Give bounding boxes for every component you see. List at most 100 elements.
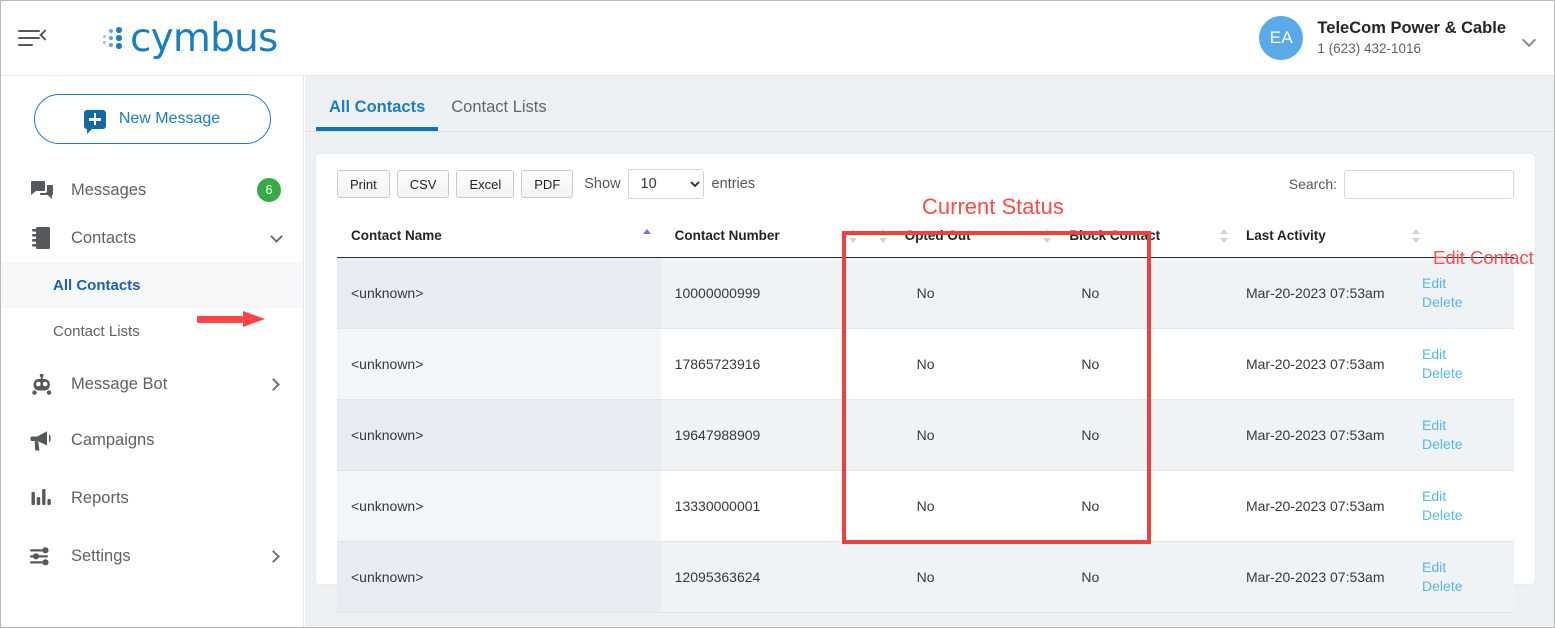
- table-row[interactable]: <unknown> 12095363624 No No Mar-20-2023 …: [337, 541, 1514, 613]
- chevron-right-icon[interactable]: [267, 377, 280, 391]
- cell-contact-number: 17865723916: [660, 328, 867, 400]
- chevron-right-icon[interactable]: [267, 549, 280, 563]
- column-label: Contact Number: [674, 228, 780, 243]
- cell-opted-out: No: [866, 541, 1032, 613]
- cell-contact-number: 19647988909: [660, 399, 867, 471]
- new-message-button[interactable]: New Message: [33, 94, 271, 144]
- red-arrow-right-icon: [197, 311, 265, 327]
- sidebar-item-all-contacts[interactable]: All Contacts: [1, 262, 303, 308]
- cell-last-activity: Mar-20-2023 07:53am: [1207, 541, 1409, 613]
- cell-contact-number: 12095363624: [660, 541, 867, 613]
- cell-last-activity: Mar-20-2023 07:53am: [1207, 257, 1409, 329]
- csv-button[interactable]: CSV: [396, 170, 450, 198]
- sidebar-item-label: Contact Lists: [53, 322, 140, 340]
- account-menu[interactable]: EA TeleCom Power & Cable 1 (623) 432-101…: [1259, 16, 1537, 60]
- cell-actions: Edit Delete: [1408, 470, 1514, 542]
- table-row[interactable]: <unknown> 10000000999 No No Mar-20-2023 …: [337, 257, 1514, 329]
- delete-link[interactable]: Delete: [1422, 435, 1514, 454]
- chat-plus-icon: [83, 109, 106, 134]
- sidebar-item-reports[interactable]: Reports: [1, 474, 303, 522]
- annotation-label-current-status: Current Status: [922, 194, 1064, 219]
- main-content: All Contacts Contact Lists Print CSV Exc…: [305, 76, 1554, 627]
- table-row[interactable]: <unknown> 17865723916 No No Mar-20-2023 …: [337, 328, 1514, 400]
- edit-link[interactable]: Edit: [1422, 416, 1514, 435]
- sort-icon: [1412, 228, 1421, 243]
- table-header-row: Contact Name Contact Number Opted Out Bl…: [337, 214, 1514, 258]
- column-header-opted-out[interactable]: Opted Out: [866, 214, 1032, 258]
- cell-actions: Edit Delete: [1408, 541, 1514, 613]
- new-message-label: New Message: [118, 110, 221, 127]
- edit-link[interactable]: Edit: [1422, 558, 1514, 577]
- cell-actions: Edit Delete: [1408, 399, 1514, 471]
- account-phone: 1 (623) 432-1016: [1317, 41, 1421, 56]
- sidebar-item-messages[interactable]: Messages 6: [1, 166, 303, 214]
- cymbus-dots-icon: [102, 23, 128, 53]
- table-row[interactable]: <unknown> 13330000001 No No Mar-20-2023 …: [337, 470, 1514, 542]
- edit-link[interactable]: Edit: [1422, 487, 1514, 506]
- print-button[interactable]: Print: [337, 170, 390, 198]
- sidebar-item-campaigns[interactable]: Campaigns: [1, 416, 303, 464]
- top-bar: cymbus EA TeleCom Power & Cable 1 (623) …: [1, 1, 1554, 76]
- hamburger-line: [18, 44, 33, 46]
- avatar: EA: [1259, 16, 1304, 60]
- chevron-down-icon[interactable]: [1521, 32, 1537, 48]
- search-input[interactable]: [1344, 169, 1514, 199]
- cell-contact-number: 10000000999: [660, 257, 867, 329]
- search-box: Search:: [1288, 169, 1514, 199]
- tab-contact-lists[interactable]: Contact Lists: [438, 98, 559, 131]
- sidebar-item-label: Reports: [71, 488, 129, 507]
- contacts-table: Contact Name Contact Number Opted Out Bl…: [337, 214, 1514, 613]
- cell-block-contact: No: [1031, 470, 1208, 542]
- column-header-contact-name[interactable]: Contact Name: [337, 214, 661, 258]
- column-header-last-activity[interactable]: Last Activity: [1207, 214, 1409, 258]
- app-window: cymbus EA TeleCom Power & Cable 1 (623) …: [0, 0, 1555, 628]
- cell-block-contact: No: [1031, 399, 1208, 471]
- sidebar-item-settings[interactable]: Settings: [1, 532, 303, 580]
- hamburger-collapse-icon[interactable]: [18, 24, 51, 52]
- cell-actions: Edit Delete: [1408, 328, 1514, 400]
- account-name: TeleCom Power & Cable: [1317, 19, 1506, 37]
- delete-link[interactable]: Delete: [1422, 364, 1514, 383]
- cell-block-contact: No: [1031, 257, 1208, 329]
- table-row[interactable]: <unknown> 19647988909 No No Mar-20-2023 …: [337, 399, 1514, 471]
- column-header-contact-number[interactable]: Contact Number: [660, 214, 867, 258]
- cell-block-contact: No: [1031, 328, 1208, 400]
- delete-link[interactable]: Delete: [1422, 293, 1514, 312]
- tab-bar: All Contacts Contact Lists: [305, 76, 1554, 132]
- sort-icon: [848, 228, 858, 243]
- edit-link[interactable]: Edit: [1422, 274, 1514, 293]
- messages-badge: 6: [257, 178, 281, 202]
- column-header-block-contact[interactable]: Block Contact: [1031, 214, 1208, 258]
- table-footer: Showing 1 to 5 of 5 entries Previous 1 N…: [316, 613, 1535, 627]
- chevron-down-icon[interactable]: [270, 229, 283, 243]
- sidebar-item-label: Messages: [71, 180, 147, 199]
- hamburger-line: [18, 30, 40, 32]
- cell-opted-out: No: [866, 399, 1032, 471]
- delete-link[interactable]: Delete: [1422, 577, 1514, 596]
- tab-all-contacts[interactable]: All Contacts: [316, 98, 438, 131]
- sidebar-nav: Messages 6 Contacts All Contacts Contact…: [1, 166, 303, 580]
- sort-icon: [1043, 228, 1052, 243]
- cell-contact-number: 13330000001: [660, 470, 867, 542]
- column-label: Opted Out: [904, 228, 971, 243]
- search-label: Search:: [1288, 176, 1337, 192]
- megaphone-icon: [29, 429, 55, 451]
- sidebar-item-message-bot[interactable]: Message Bot: [1, 360, 303, 408]
- cell-contact-name: <unknown>: [337, 399, 661, 471]
- edit-link[interactable]: Edit: [1422, 345, 1514, 364]
- cell-contact-name: <unknown>: [337, 470, 661, 542]
- sidebar-item-contacts[interactable]: Contacts: [1, 214, 303, 262]
- cell-last-activity: Mar-20-2023 07:53am: [1207, 470, 1409, 542]
- sidebar-item-label: Message Bot: [71, 374, 168, 393]
- brand-logo[interactable]: cymbus: [102, 19, 278, 58]
- cell-contact-name: <unknown>: [337, 257, 661, 329]
- pdf-button[interactable]: PDF: [521, 170, 574, 198]
- delete-link[interactable]: Delete: [1422, 506, 1514, 525]
- cell-contact-name: <unknown>: [337, 328, 661, 400]
- entries-per-page-select[interactable]: 10 25 50 100: [627, 169, 704, 199]
- excel-button[interactable]: Excel: [456, 170, 515, 198]
- cell-last-activity: Mar-20-2023 07:53am: [1207, 399, 1409, 471]
- column-label: Block Contact: [1069, 228, 1161, 243]
- sidebar-item-label: Settings: [71, 546, 131, 565]
- sidebar: New Message Messages 6 Contacts All Cont…: [1, 76, 304, 627]
